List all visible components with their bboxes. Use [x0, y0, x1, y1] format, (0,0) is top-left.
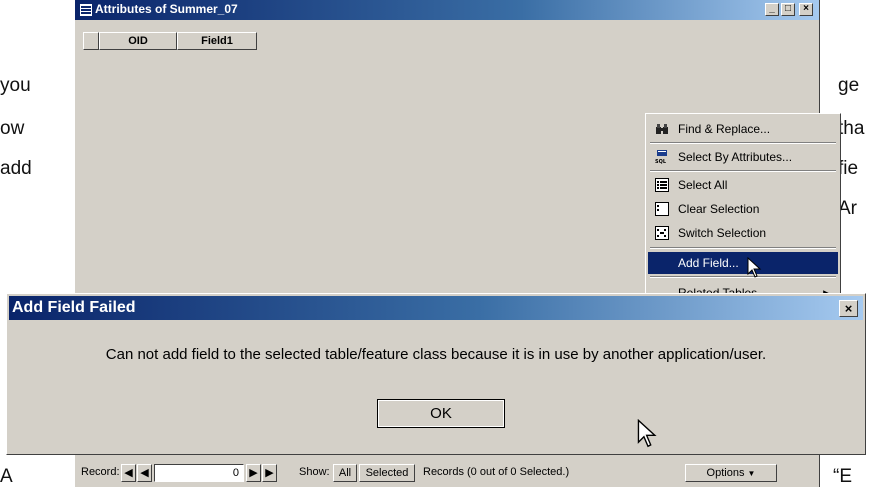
- dialog-titlebar[interactable]: Add Field Failed ×: [9, 296, 863, 320]
- chevron-down-icon: ▼: [747, 469, 756, 478]
- svg-text:SQL: SQL: [655, 159, 667, 164]
- attributes-titlebar[interactable]: Attributes of Summer_07 _ □ ×: [75, 0, 819, 20]
- menu-item-select-by-attributes[interactable]: SQL Select By Attributes...: [648, 146, 838, 168]
- clear-selection-icon: [655, 202, 669, 216]
- doc-text-fragment: add: [0, 158, 32, 179]
- menu-item-label: Add Field...: [678, 256, 739, 270]
- menu-item-add-field[interactable]: Add Field...: [648, 252, 838, 274]
- menu-separator: [650, 170, 836, 172]
- previous-record-button[interactable]: ◀: [137, 464, 152, 482]
- menu-separator: [650, 142, 836, 144]
- minimize-button[interactable]: _: [765, 3, 779, 16]
- menu-item-switch-selection[interactable]: Switch Selection: [648, 222, 838, 244]
- menu-item-label: Clear Selection: [678, 202, 760, 216]
- doc-text-fragment: “E: [833, 466, 852, 487]
- doc-text-fragment: tha: [838, 118, 865, 139]
- menu-item-select-all[interactable]: Select All: [648, 174, 838, 196]
- show-selected-button[interactable]: Selected: [359, 464, 415, 482]
- menu-item-label: Select All: [678, 178, 728, 192]
- last-record-button[interactable]: ▶: [262, 464, 277, 482]
- menu-separator: [650, 276, 836, 278]
- table-icon: [80, 4, 92, 16]
- options-button-label: Options: [706, 467, 745, 479]
- record-navigation-bar: Record: ◀ ◀ 0 ▶ ▶ Show: All Selected Rec…: [79, 460, 815, 486]
- add-field-failed-dialog: Add Field Failed × Can not add field to …: [6, 293, 866, 455]
- mouse-cursor-icon: [747, 257, 762, 278]
- menu-item-label: Switch Selection: [678, 226, 767, 240]
- menu-item-find-replace[interactable]: Find & Replace...: [648, 118, 838, 140]
- table-options-menu: Find & Replace... SQL Select By Attribut…: [645, 113, 841, 303]
- doc-text-fragment: ow: [0, 118, 25, 139]
- doc-text-fragment: fie: [838, 158, 859, 179]
- record-number-field[interactable]: 0: [154, 464, 244, 482]
- first-record-button[interactable]: ◀: [121, 464, 136, 482]
- select-all-icon: [655, 178, 669, 192]
- close-button[interactable]: ×: [799, 3, 813, 16]
- column-header-oid[interactable]: OID: [99, 32, 177, 50]
- sql-icon: SQL: [655, 150, 667, 164]
- switch-selection-icon: [655, 226, 669, 240]
- options-button[interactable]: Options ▼: [685, 464, 777, 482]
- menu-item-label: Select By Attributes...: [678, 150, 793, 164]
- dialog-close-button[interactable]: ×: [839, 300, 858, 317]
- dialog-title: Add Field Failed: [12, 299, 136, 316]
- row-selector-header[interactable]: [83, 32, 99, 50]
- ok-button[interactable]: OK: [377, 399, 505, 428]
- binoculars-icon: [656, 124, 668, 134]
- record-label: Record:: [81, 466, 120, 478]
- show-all-button[interactable]: All: [333, 464, 357, 482]
- doc-text-fragment: ge: [838, 75, 860, 96]
- records-count-text: Records (0 out of 0 Selected.): [423, 466, 570, 478]
- menu-item-clear-selection[interactable]: Clear Selection: [648, 198, 838, 220]
- show-label: Show:: [299, 466, 330, 478]
- menu-item-label: Find & Replace...: [678, 122, 771, 136]
- column-header-field1[interactable]: Field1: [177, 32, 257, 50]
- doc-text-fragment: A: [0, 466, 13, 487]
- maximize-button[interactable]: □: [781, 3, 795, 16]
- dialog-message: Can not add field to the selected table/…: [105, 346, 767, 363]
- table-header-row: OID Field1: [83, 32, 257, 50]
- attributes-window-title: Attributes of Summer_07: [95, 2, 238, 16]
- doc-text-fragment: you: [0, 75, 31, 96]
- menu-separator: [650, 247, 836, 249]
- next-record-button[interactable]: ▶: [246, 464, 261, 482]
- mouse-cursor-icon: [637, 419, 657, 448]
